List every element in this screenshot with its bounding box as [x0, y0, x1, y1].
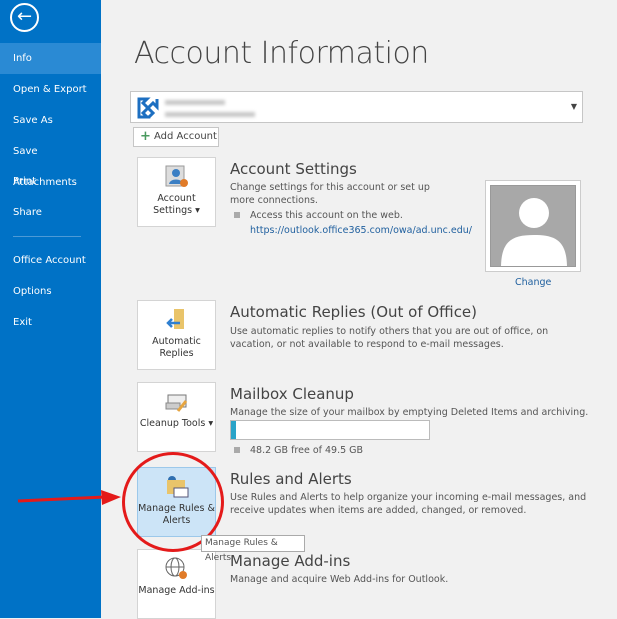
add-account-label: Add Account — [154, 131, 217, 142]
bullet-icon — [234, 447, 240, 453]
tile-label: Cleanup Tools — [139, 418, 206, 429]
bullet-icon — [234, 212, 240, 218]
rules-alerts-desc: Use Rules and Alerts to help organize yo… — [230, 492, 587, 516]
sidebar: ← Info Open & Export Save As Save Attach… — [0, 0, 101, 618]
automatic-replies-icon — [165, 309, 184, 329]
plus-icon: + — [140, 129, 151, 144]
chevron-down-icon[interactable]: ▼ — [571, 102, 577, 111]
sidebar-item-office-account[interactable]: Office Account — [0, 245, 101, 276]
sidebar-item-save-attachments[interactable]: Save Attachments — [0, 136, 101, 188]
exchange-icon — [137, 97, 159, 119]
page-title: Account Information — [134, 36, 429, 71]
mailbox-usage-bar — [230, 420, 430, 440]
sidebar-item-print[interactable]: Print — [0, 166, 101, 197]
automatic-replies-heading: Automatic Replies (Out of Office) — [230, 303, 478, 321]
account-settings-button[interactable]: Account Settings ▾ — [137, 157, 216, 227]
tooltip: Manage Rules & Alerts — [201, 535, 305, 563]
tile-label: Manage Add-ins — [138, 585, 215, 596]
manage-addins-heading: Manage Add-ins — [230, 552, 351, 570]
account-settings-heading: Account Settings — [230, 160, 357, 178]
globe-gear-icon — [165, 557, 187, 579]
rules-alerts-heading: Rules and Alerts — [230, 470, 352, 488]
sidebar-item-save-as[interactable]: Save As — [0, 105, 101, 136]
account-selector[interactable]: ▼ — [130, 91, 583, 123]
sidebar-divider — [13, 236, 81, 237]
mailbox-usage-text: 48.2 GB free of 49.5 GB — [250, 445, 364, 456]
account-settings-icon — [165, 165, 188, 187]
tile-label: Account Settings — [153, 193, 196, 216]
change-photo-link[interactable]: Change — [515, 276, 575, 289]
sidebar-item-exit[interactable]: Exit — [0, 307, 101, 338]
automatic-replies-desc: Use automatic replies to notify others t… — [230, 326, 549, 350]
back-arrow-icon[interactable]: ← — [10, 3, 39, 32]
mailbox-cleanup-heading: Mailbox Cleanup — [230, 385, 354, 403]
mailbox-cleanup-desc: Manage the size of your mailbox by empty… — [230, 407, 589, 418]
manage-addins-desc: Manage and acquire Web Add-ins for Outlo… — [230, 574, 449, 585]
sidebar-item-options[interactable]: Options — [0, 276, 101, 307]
person-placeholder-icon — [501, 198, 567, 266]
annotation-arrow — [17, 490, 121, 505]
profile-photo — [485, 180, 581, 272]
sidebar-item-open-export[interactable]: Open & Export — [0, 74, 101, 105]
automatic-replies-button[interactable]: Automatic Replies — [137, 300, 216, 370]
blurred-email — [165, 100, 225, 105]
mailbox-usage-fill — [231, 421, 237, 439]
tile-label: Automatic Replies — [152, 336, 201, 359]
cleanup-icon — [165, 394, 187, 412]
blurred-account-type — [165, 112, 255, 117]
add-account-button[interactable]: + Add Account — [133, 127, 219, 147]
cleanup-tools-button[interactable]: Cleanup Tools ▾ — [137, 382, 216, 452]
sidebar-item-share[interactable]: Share — [0, 197, 101, 228]
account-settings-desc: Change settings for this account or set … — [230, 182, 430, 206]
sidebar-item-info[interactable]: Info — [0, 43, 101, 74]
